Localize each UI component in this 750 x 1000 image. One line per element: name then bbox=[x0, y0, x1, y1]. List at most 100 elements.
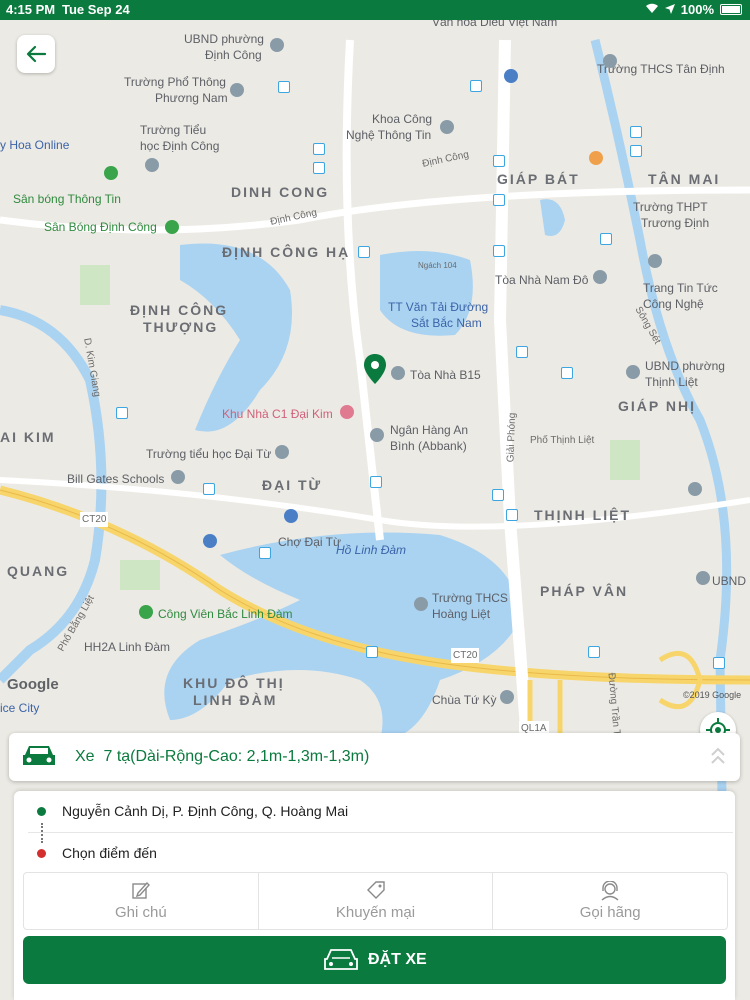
bus-stop-icon[interactable] bbox=[600, 233, 612, 245]
place-label: Chợ Đại Từ bbox=[278, 535, 342, 549]
place-label: Phố Thịnh Liệt bbox=[530, 435, 595, 446]
district-label: AI KIM bbox=[0, 429, 56, 445]
district-label: KHU ĐÔ THỊ bbox=[183, 675, 285, 691]
promo-label: Khuyến mại bbox=[335, 904, 416, 921]
bus-stop-icon[interactable] bbox=[313, 143, 325, 155]
destination-dot-icon bbox=[37, 849, 46, 858]
park-poi-icon[interactable] bbox=[139, 605, 153, 619]
place-label: Tòa Nhà B15 bbox=[410, 368, 481, 382]
poi-icon[interactable] bbox=[440, 120, 454, 134]
poi-icon[interactable] bbox=[626, 365, 640, 379]
district-label: DINH CONG bbox=[231, 184, 330, 200]
bus-stop-icon[interactable] bbox=[470, 80, 482, 92]
place-label: Khu Nhà C1 Đại Kim bbox=[222, 407, 333, 421]
call-label: Gọi hãng bbox=[579, 904, 641, 921]
bus-stop-icon[interactable] bbox=[493, 245, 505, 257]
bus-stop-icon[interactable] bbox=[630, 145, 642, 157]
poi-icon[interactable] bbox=[504, 69, 518, 83]
destination-row[interactable]: Chọn điểm đến bbox=[14, 833, 735, 873]
district-label: ĐỊNH CÔNG bbox=[130, 302, 229, 318]
bus-stop-icon[interactable] bbox=[493, 194, 505, 206]
promo-button[interactable]: Khuyến mại bbox=[259, 873, 494, 929]
bank-poi-icon[interactable] bbox=[370, 428, 384, 442]
district-label: PHÁP VÂN bbox=[540, 583, 629, 599]
bus-stop-icon[interactable] bbox=[366, 646, 378, 658]
place-label: Bình (Abbank) bbox=[390, 439, 467, 453]
note-button[interactable]: Ghi chú bbox=[24, 873, 259, 929]
place-label: Trường tiểu học Đại Từ bbox=[146, 447, 272, 461]
place-label: Trường Phổ Thông bbox=[124, 75, 226, 89]
poi-icon[interactable] bbox=[414, 597, 428, 611]
location-arrow-icon bbox=[664, 2, 675, 17]
bus-stop-icon[interactable] bbox=[358, 246, 370, 258]
road-label: Giải Phóng bbox=[505, 412, 519, 463]
road-label: CT20 bbox=[451, 648, 480, 663]
bus-stop-icon[interactable] bbox=[713, 657, 725, 669]
place-label: Sân Bóng Định Công bbox=[44, 220, 157, 234]
bus-stop-icon[interactable] bbox=[370, 476, 382, 488]
edit-note-icon bbox=[132, 881, 150, 899]
bus-stop-icon[interactable] bbox=[492, 489, 504, 501]
poi-icon[interactable] bbox=[145, 158, 159, 172]
status-right: 100% bbox=[645, 2, 742, 17]
road-label: CT20 bbox=[80, 512, 109, 527]
district-label: QUANG bbox=[7, 563, 70, 579]
bus-stop-icon[interactable] bbox=[561, 367, 573, 379]
vehicle-label: Xe 7 tạ(Dài-Rộng-Cao: 2,1m-1,3m-1,3m) bbox=[75, 748, 369, 766]
poi-icon[interactable] bbox=[593, 270, 607, 284]
place-label: Thịnh Liệt bbox=[645, 375, 698, 389]
place-label: Bill Gates Schools bbox=[67, 472, 165, 486]
district-label: THƯỢNG bbox=[143, 319, 219, 335]
vehicle-selector[interactable]: Xe 7 tạ(Dài-Rộng-Cao: 2,1m-1,3m-1,3m) bbox=[9, 733, 740, 781]
poi-icon[interactable] bbox=[500, 690, 514, 704]
place-label: học Định Công bbox=[140, 139, 220, 153]
back-button[interactable] bbox=[17, 35, 55, 73]
place-label: UBND phường bbox=[645, 359, 725, 373]
bus-stop-icon[interactable] bbox=[630, 126, 642, 138]
place-label: Tòa Nhà Nam Đô bbox=[495, 273, 589, 287]
status-bar: 4:15 PM Tue Sep 24 100% bbox=[0, 0, 750, 20]
poi-icon[interactable] bbox=[171, 470, 185, 484]
poi-icon[interactable] bbox=[275, 445, 289, 459]
poi-icon[interactable] bbox=[270, 38, 284, 52]
status-time: 4:15 PM bbox=[6, 2, 56, 17]
tag-icon bbox=[366, 881, 385, 899]
bus-stop-icon[interactable] bbox=[588, 646, 600, 658]
pickup-row[interactable]: Nguyễn Cảnh Dị, P. Định Công, Q. Hoàng M… bbox=[14, 791, 735, 831]
shop-poi-icon[interactable] bbox=[203, 534, 217, 548]
bus-stop-icon[interactable] bbox=[493, 155, 505, 167]
pickup-address: Nguyễn Cảnh Dị, P. Định Công, Q. Hoàng M… bbox=[62, 803, 349, 819]
vehicle-type: Xe bbox=[75, 748, 95, 765]
place-label: UBND bbox=[712, 574, 747, 588]
place-label: UBND phường bbox=[184, 32, 264, 46]
hotel-poi-icon[interactable] bbox=[340, 405, 354, 419]
bus-stop-icon[interactable] bbox=[516, 346, 528, 358]
bus-stop-icon[interactable] bbox=[506, 509, 518, 521]
note-label: Ghi chú bbox=[114, 904, 167, 921]
book-button[interactable]: ĐẶT XE bbox=[23, 936, 726, 984]
map-copyright: ©2019 Google bbox=[683, 690, 742, 700]
poi-icon[interactable] bbox=[648, 254, 662, 268]
booking-panel: Nguyễn Cảnh Dị, P. Định Công, Q. Hoàng M… bbox=[14, 791, 735, 1000]
place-label: HH2A Linh Đàm bbox=[84, 640, 171, 654]
poi-icon[interactable] bbox=[696, 571, 710, 585]
bus-stop-icon[interactable] bbox=[203, 483, 215, 495]
park-poi-icon[interactable] bbox=[165, 220, 179, 234]
bus-stop-icon[interactable] bbox=[278, 81, 290, 93]
poi-icon[interactable] bbox=[230, 83, 244, 97]
park-poi-icon[interactable] bbox=[104, 166, 118, 180]
poi-icon[interactable] bbox=[391, 366, 405, 380]
road-label: Ngách 104 bbox=[418, 261, 457, 270]
call-button[interactable]: Gọi hãng bbox=[493, 873, 727, 929]
bus-stop-icon[interactable] bbox=[259, 547, 271, 559]
battery-percent: 100% bbox=[680, 2, 714, 17]
food-poi-icon[interactable] bbox=[589, 151, 603, 165]
bus-stop-icon[interactable] bbox=[313, 162, 325, 174]
arrow-left-icon bbox=[26, 45, 46, 63]
poi-icon[interactable] bbox=[688, 482, 702, 496]
poi-icon[interactable] bbox=[603, 54, 617, 68]
bus-stop-icon[interactable] bbox=[116, 407, 128, 419]
district-label: THỊNH LIỆT bbox=[534, 507, 631, 523]
district-label: GIÁP BÁT bbox=[497, 171, 580, 187]
shop-poi-icon[interactable] bbox=[284, 509, 298, 523]
